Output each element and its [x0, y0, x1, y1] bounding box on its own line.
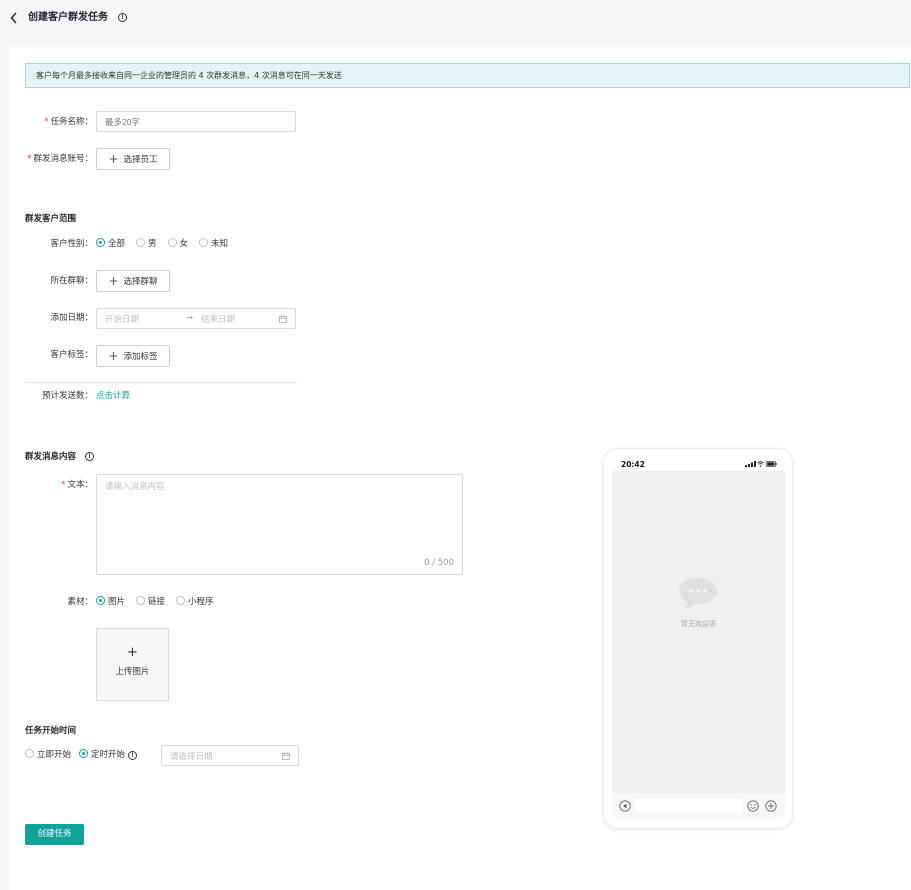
plus-icon: + — [108, 152, 119, 166]
textarea-placeholder: 请输入消息内容 — [105, 482, 165, 492]
tag-label: 客户标签： — [50, 350, 93, 360]
date-label: 添加日期： — [50, 313, 93, 323]
gender-option-unknown[interactable]: 未知 — [199, 237, 228, 251]
select-group-button[interactable]: + 选择群聊 — [96, 270, 170, 292]
scope-section-title: 群发客户范围 — [25, 214, 77, 224]
plus-icon: + — [127, 645, 138, 660]
emoji-icon[interactable] — [747, 800, 759, 812]
required-mark: * — [61, 480, 66, 490]
gender-option-all[interactable]: 全部 — [96, 237, 125, 251]
signal-icon — [745, 461, 756, 467]
create-task-button[interactable]: 创建任务 — [25, 824, 84, 845]
notice-banner: 客户每个月最多接收来自同一企业的管理员的 4 次群发消息，4 次消息可在同一天发… — [25, 63, 910, 88]
gender-radio-group: 全部男女未知 — [96, 237, 239, 251]
add-tag-button[interactable]: + 添加标签 — [96, 345, 170, 367]
upload-image-button[interactable]: + 上传图片 — [96, 628, 169, 701]
empty-welcome-text: 暂无欢迎语 — [681, 620, 716, 628]
chat-bubble-icon — [679, 578, 717, 609]
gender-label: 客户性别： — [50, 239, 93, 249]
task-name-label: * 任务名称： — [44, 117, 93, 127]
schedule-date-placeholder: 请选择日期 — [170, 752, 213, 762]
battery-icon — [766, 461, 777, 467]
material-option-image[interactable]: 图片 — [96, 595, 125, 609]
select-staff-button[interactable]: + 选择员工 — [96, 148, 170, 170]
content-section-title: 群发消息内容 — [25, 452, 77, 462]
gender-option-female[interactable]: 女 — [167, 237, 188, 251]
schedule-radio-group: 立即开始 定时开始! — [25, 748, 138, 762]
required-mark: * — [44, 117, 49, 127]
group-label: 所在群聊： — [50, 276, 93, 286]
radio-icon — [25, 749, 34, 758]
task-name-input[interactable] — [96, 111, 296, 132]
radio-selected-icon — [96, 596, 105, 605]
start-now-option[interactable]: 立即开始 — [25, 748, 71, 762]
wifi-icon — [757, 461, 764, 467]
radio-icon — [199, 238, 209, 247]
radio-icon — [176, 596, 186, 605]
calendar-icon — [279, 315, 287, 323]
radio-icon — [167, 238, 177, 247]
radio-selected-icon — [96, 238, 105, 247]
gender-option-male[interactable]: 男 — [136, 237, 157, 251]
upload-label: 上传图片 — [115, 667, 150, 677]
start-timed-option[interactable]: 定时开始 — [79, 748, 125, 762]
message-textarea[interactable]: 请输入消息内容 0 / 500 — [96, 474, 463, 575]
material-radio-group: 图片 链接 小程序 — [96, 595, 225, 609]
calculate-link[interactable]: 点击计算 — [96, 389, 130, 403]
date-range-picker[interactable]: 开始日期 → 结束日期 — [96, 308, 296, 329]
radio-selected-icon — [79, 749, 89, 758]
info-icon[interactable]: ! — [85, 452, 94, 461]
calendar-icon — [282, 752, 290, 760]
required-mark: * — [27, 154, 32, 164]
char-counter: 0 / 500 — [424, 558, 454, 568]
phone-notch — [654, 457, 743, 469]
status-time: 20:42 — [621, 460, 645, 469]
status-bar: 20:42 — [612, 457, 785, 471]
divider — [25, 382, 297, 383]
material-option-link[interactable]: 链接 — [136, 595, 165, 609]
chat-input-bar — [612, 793, 785, 819]
start-date-input[interactable]: 开始日期 — [105, 313, 139, 325]
phone-screen: 20:42 暂无欢迎语 — [612, 457, 785, 819]
chat-text-input[interactable] — [635, 799, 742, 813]
radio-icon — [136, 238, 146, 247]
info-icon[interactable]: ! — [128, 751, 138, 760]
info-icon[interactable]: ! — [118, 13, 127, 22]
schedule-section-title: 任务开始时间 — [25, 726, 77, 736]
page-title: 创建客户群发任务 — [28, 12, 108, 23]
arrow-right-icon: → — [186, 313, 194, 323]
add-circle-icon[interactable] — [765, 800, 777, 812]
plus-icon: + — [108, 349, 119, 363]
material-option-miniprogram[interactable]: 小程序 — [176, 595, 214, 609]
material-label: 素材： — [67, 597, 93, 607]
account-label: * 群发消息账号： — [27, 154, 93, 164]
radio-icon — [136, 596, 146, 605]
schedule-date-picker[interactable]: 请选择日期 — [161, 745, 299, 766]
page-header: 创建客户群发任务 ! — [0, 0, 911, 38]
text-label: * 文本： — [61, 480, 93, 490]
estimate-label: 预计发送数： — [41, 391, 93, 401]
plus-icon: + — [108, 274, 119, 288]
chevron-left-icon[interactable] — [9, 11, 19, 25]
voice-icon[interactable] — [619, 800, 631, 812]
end-date-input[interactable]: 结束日期 — [201, 313, 235, 325]
